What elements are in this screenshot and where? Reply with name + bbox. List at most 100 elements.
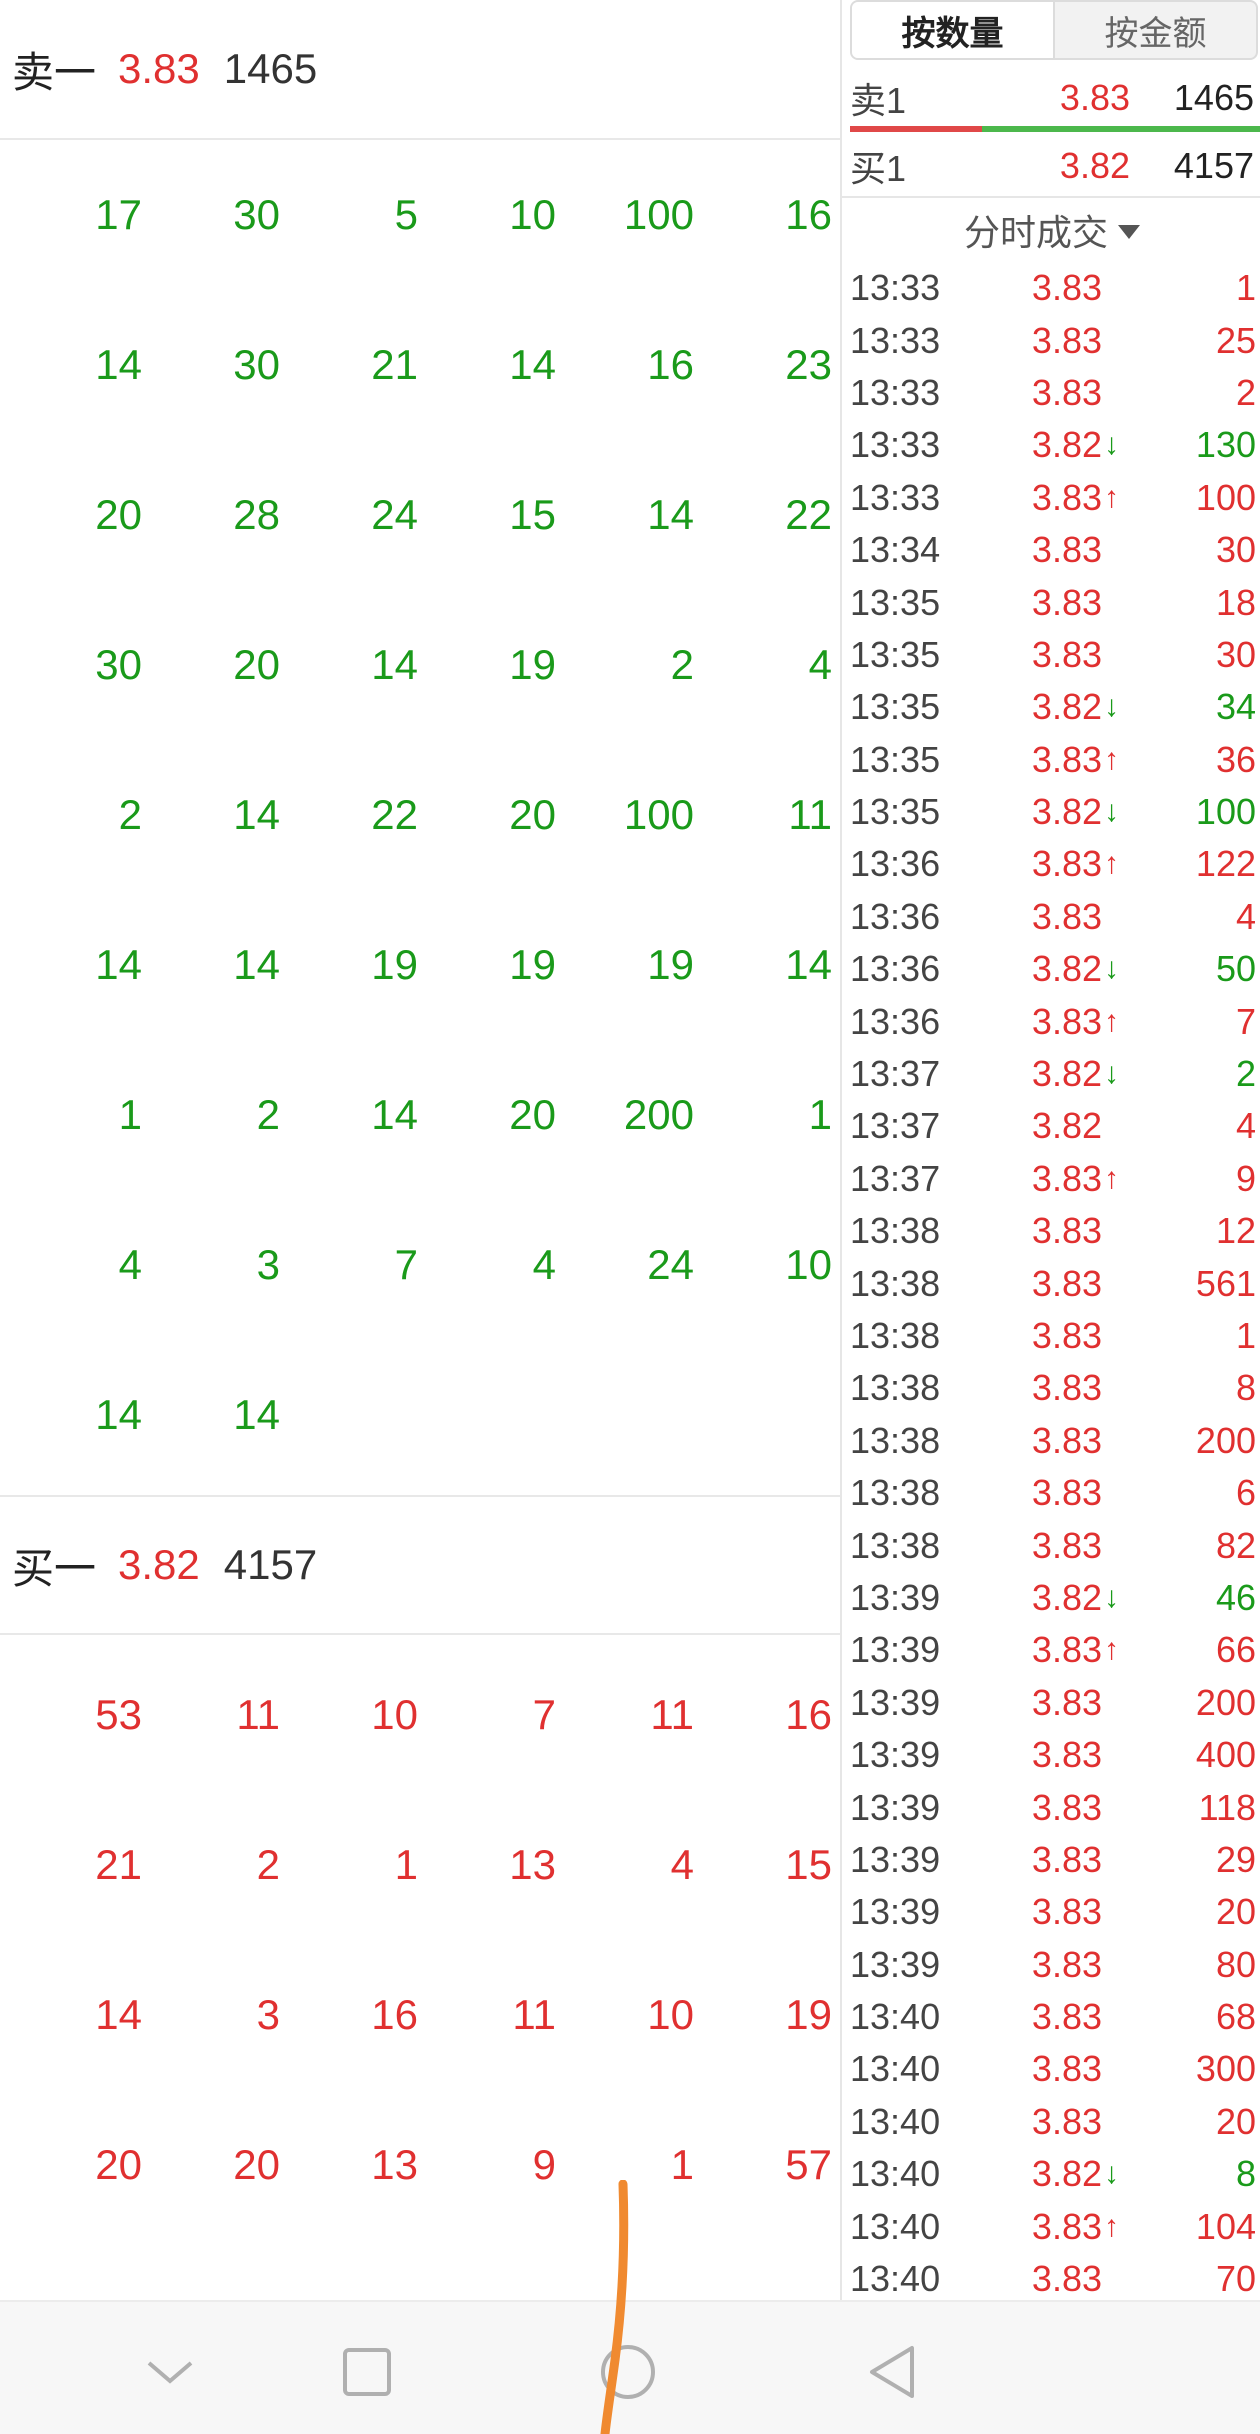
tick-volume: 1 [1235,267,1256,309]
tab-by-quantity[interactable]: 按数量 [852,2,1055,58]
sell-queue-cell: 19 [509,941,556,988]
tick-row: 13:39 3.83 400 [842,1729,1260,1781]
tick-row: 13:38 3.83 12 [842,1205,1260,1257]
tick-volume: 68 [1215,1996,1256,2038]
tick-price: 3.82 [1031,948,1102,990]
tick-time: 13:39 [850,1734,941,1776]
tick-price: 3.82 [1031,424,1102,466]
tick-row: 13:39 3.83 118 [842,1781,1260,1833]
tick-time: 13:37 [850,1053,941,1095]
tick-volume: 80 [1215,1943,1256,1985]
sell-order-queue: 17 30 5 10 100 16 14 30 21 14 16 23 20 28 24 15 14 22 30 20… [0,140,840,1490]
tick-price: 3.82 [1031,2153,1102,2195]
ticks-dropdown[interactable]: 分时成交 [842,202,1260,258]
tick-row: 13:33 3.83 2 [842,367,1260,419]
tick-row: 13:37 3.82 ↓ 2 [842,1048,1260,1100]
tick-row: 13:38 3.83 1 [842,1310,1260,1362]
tick-time: 13:33 [850,371,941,413]
chevron-down-icon[interactable] [130,2332,210,2412]
buy-queue-cell: 11 [512,1991,556,2038]
circle-home-icon[interactable] [588,2332,668,2412]
tick-volume: 30 [1215,633,1256,675]
arrow-up-icon: ↑ [1104,742,1119,776]
sell-queue-cell: 100 [623,191,694,238]
tick-volume: 36 [1215,738,1256,780]
tick-volume: 12 [1215,1210,1256,1252]
arrow-down-icon: ↓ [1104,795,1119,829]
tick-time: 13:39 [850,1838,941,1880]
tick-time: 13:35 [850,791,941,833]
buy-queue-cell: 53 [95,1691,142,1738]
sell-ratio-fill [850,126,982,132]
buy-queue-row: 53 11 10 7 11 16 [0,1640,840,1790]
buy-order-queue: 53 11 10 7 11 16 21 2 1 13 4 15 14 3 16 11 10 19 20 20 13 9 1 5… [0,1640,840,2240]
sell-queue-cell: 14 [371,641,418,688]
tick-list[interactable]: 13:33 3.83 1 13:33 3.83 25 13:33 3.83 2 13:33 3.82… [842,262,1260,2300]
tick-volume: 8 [1235,2153,1256,2195]
sell-queue-cell: 2 [256,1091,280,1138]
tick-time: 13:33 [850,476,941,518]
quote-buy-price: 3.82 [1059,145,1130,186]
buy-queue-cell: 13 [509,1841,556,1888]
tick-time: 13:36 [850,1000,941,1042]
tick-time: 13:38 [850,1472,941,1514]
sell-queue-cell: 14 [233,791,280,838]
tick-volume: 20 [1215,1891,1256,1933]
arrow-down-icon: ↓ [1104,1580,1119,1614]
buy-queue-cell: 16 [785,1691,832,1738]
quote-sell-row: 卖1 3.83 1465 [850,68,1254,128]
tick-row: 13:38 3.83 82 [842,1519,1260,1571]
sell-queue-cell: 23 [785,341,832,388]
unit-tabs: 按数量 按金额 [850,0,1258,60]
tick-volume: 100 [1195,476,1256,518]
buy-queue-cell: 3 [256,1991,280,2038]
tick-price: 3.83 [1031,1681,1102,1723]
sell-queue-cell: 24 [371,491,418,538]
sell-queue-cell: 14 [95,1391,142,1438]
square-icon[interactable] [327,2332,407,2412]
triangle-back-icon[interactable] [852,2332,932,2412]
sell-queue-cell: 10 [509,191,556,238]
tick-time: 13:39 [850,1629,941,1671]
buy-level-volume: 4157 [223,1541,318,1588]
tick-time: 13:36 [850,843,941,885]
tick-row: 13:38 3.83 8 [842,1362,1260,1414]
tick-row: 13:35 3.83 30 [842,629,1260,681]
tick-price: 3.83 [1031,1472,1102,1514]
buy-queue-cell: 57 [785,2141,832,2188]
tick-row: 13:33 3.82 ↓ 130 [842,419,1260,471]
sell-queue-cell: 30 [233,341,280,388]
tick-price: 3.83 [1031,529,1102,571]
sell-queue-cell: 30 [95,641,142,688]
arrow-up-icon: ↑ [1104,1633,1119,1667]
tick-row: 13:39 3.83 29 [842,1834,1260,1886]
arrow-up-icon: ↑ [1104,1161,1119,1195]
buy-queue-cell: 10 [647,1991,694,2038]
tick-time: 13:35 [850,738,941,780]
tick-price: 3.82 [1031,686,1102,728]
tick-time: 13:40 [850,2205,941,2247]
sell-queue-cell: 200 [623,1091,694,1138]
sell-queue-cell: 30 [233,191,280,238]
tick-volume: 70 [1215,2258,1256,2300]
tab-by-amount[interactable]: 按金额 [1055,2,1256,58]
buy-queue-row: 14 3 16 11 10 19 [0,1940,840,2090]
buy-ratio-fill [981,126,1260,132]
tick-row: 13:37 3.82 4 [842,1100,1260,1152]
tick-volume: 30 [1215,529,1256,571]
tick-row: 13:38 3.83 6 [842,1467,1260,1519]
arrow-down-icon: ↓ [1104,690,1119,724]
sell-level-header: 卖一 3.83 1465 [0,0,840,140]
tick-row: 13:37 3.83 ↑ 9 [842,1153,1260,1205]
tick-time: 13:38 [850,1524,941,1566]
sell-queue-cell: 19 [647,941,694,988]
sell-queue-cell: 14 [95,941,142,988]
tick-price: 3.83 [1031,1629,1102,1671]
tick-volume: 122 [1195,843,1256,885]
divider [842,196,1260,198]
tick-row: 13:33 3.83 ↑ 100 [842,472,1260,524]
tick-row: 13:33 3.83 25 [842,314,1260,366]
buy-queue-cell: 13 [371,2141,418,2188]
tick-row: 13:40 3.82 ↓ 8 [842,2148,1260,2200]
tick-time: 13:38 [850,1315,941,1356]
